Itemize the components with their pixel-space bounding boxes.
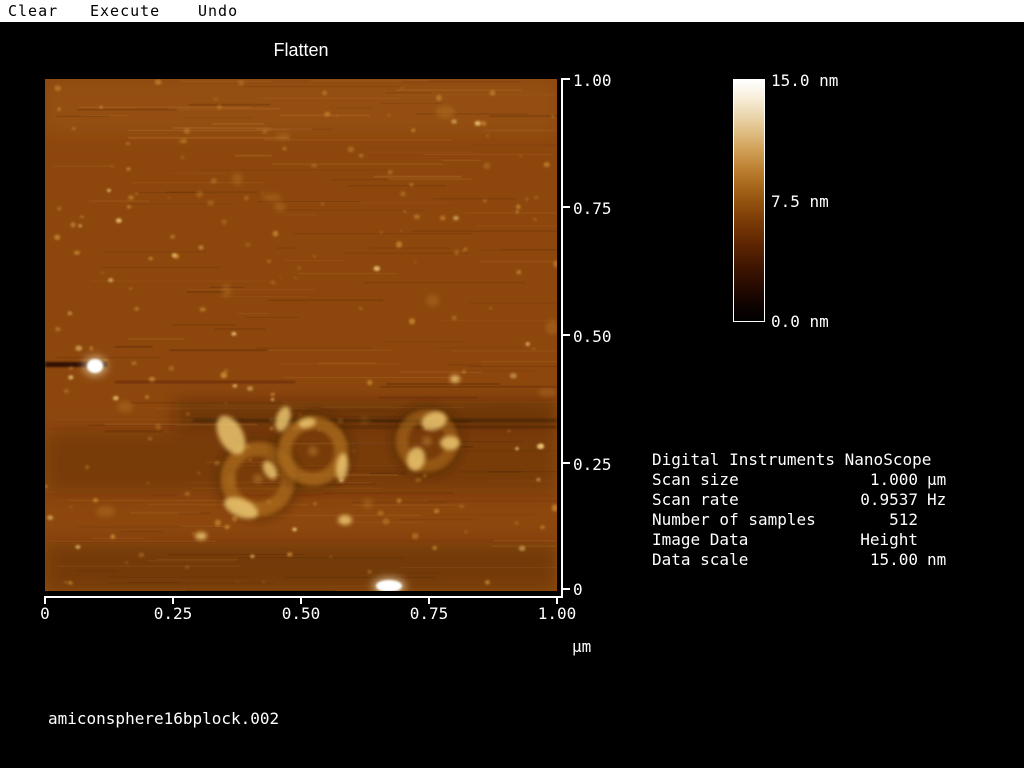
parameter-value: 0.9537: [860, 490, 918, 509]
parameter-row: Number of samples 512: [652, 510, 948, 530]
nanoscope-window: Clear Execute Undo Flatten 1.00 0.75 0.5…: [0, 0, 1024, 768]
parameter-value: 512: [889, 510, 918, 529]
y-tick: [561, 78, 570, 80]
y-axis-label: 1.00: [573, 71, 612, 90]
y-tick: [561, 206, 570, 208]
x-axis-label: 0: [40, 604, 50, 623]
x-axis-label: 0.75: [409, 604, 449, 623]
menu-bar: Clear Execute Undo: [0, 0, 1024, 22]
parameters-header: Digital Instruments NanoScope: [652, 450, 948, 470]
y-axis-label: 0.25: [573, 455, 612, 474]
y-tick: [561, 334, 570, 336]
height-color-scale: [733, 79, 765, 322]
file-name: amiconsphere16bplock.002: [48, 709, 280, 728]
parameter-unit: Hz: [927, 490, 947, 509]
parameter-unit: [927, 510, 948, 530]
x-axis-label: 0.50: [281, 604, 321, 623]
y-axis-label: 0: [573, 580, 583, 599]
parameter-row: Scan rate 0.9537 Hz: [652, 490, 948, 510]
color-scale-min-label: 0.0 nm: [771, 312, 829, 331]
x-axis-label: 1.00: [537, 604, 577, 623]
parameter-row: Data scale 15.00 nm: [652, 550, 948, 570]
parameter-unit: μm: [927, 470, 947, 489]
y-axis-line: [561, 78, 563, 598]
parameter-value: 1.000: [869, 470, 918, 489]
x-tick: [44, 596, 46, 604]
parameter-label: Number of samples: [652, 510, 816, 529]
parameter-label: Scan rate: [652, 490, 739, 509]
y-axis-label: 0.75: [573, 199, 612, 218]
scan-parameters: Digital Instruments NanoScope Scan size …: [652, 450, 948, 570]
parameter-unit: [927, 530, 948, 550]
parameter-label: Image Data: [652, 530, 749, 549]
menu-item-undo[interactable]: Undo: [198, 2, 238, 20]
x-axis-unit: μm: [572, 637, 592, 656]
y-axis-label: 0.50: [573, 327, 612, 346]
menu-item-clear[interactable]: Clear: [8, 2, 58, 20]
y-tick: [561, 588, 570, 590]
parameter-label: Data scale: [652, 550, 749, 569]
menu-item-execute[interactable]: Execute: [90, 2, 160, 20]
x-axis-label: 0.25: [153, 604, 193, 623]
operation-title: Flatten: [273, 40, 329, 60]
parameter-value: 15.00: [869, 550, 918, 569]
afm-image-canvas: [44, 79, 658, 595]
parameter-row: Image Data Height: [652, 530, 948, 550]
parameter-unit: nm: [927, 550, 947, 569]
x-axis-line: [45, 596, 563, 598]
parameter-row: Scan size 1.000 μm: [652, 470, 948, 490]
x-tick: [556, 596, 558, 604]
y-tick: [561, 462, 570, 464]
color-scale-max-label: 15.0 nm: [771, 71, 839, 90]
parameter-value: Height: [860, 530, 918, 549]
x-tick: [428, 596, 430, 604]
x-tick: [300, 596, 302, 604]
parameter-label: Scan size: [652, 470, 739, 489]
color-scale-mid-label: 7.5 nm: [771, 192, 829, 211]
x-tick: [172, 596, 174, 604]
afm-height-image: [44, 79, 658, 595]
parameters-header-text: Digital Instruments NanoScope: [652, 450, 932, 469]
